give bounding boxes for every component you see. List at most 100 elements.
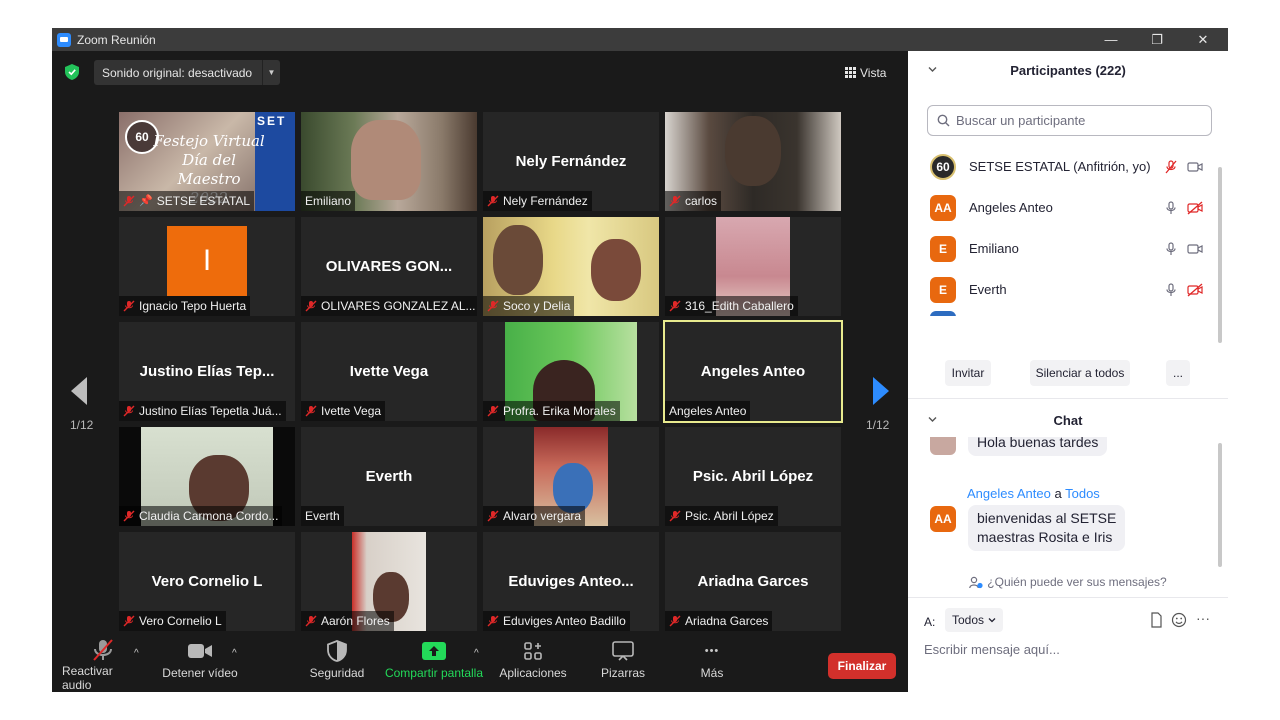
- tile-name-label: Ariadna Garces: [665, 611, 773, 631]
- chat-message-input[interactable]: Escribir mensaje aquí...: [924, 642, 1060, 657]
- video-options-caret[interactable]: ^: [232, 648, 237, 659]
- video-tile[interactable]: Psic. Abril López Psic. Abril López: [665, 427, 841, 526]
- chat-more-icon[interactable]: ···: [1196, 610, 1212, 626]
- video-tile[interactable]: Profra. Erika Morales: [483, 322, 659, 421]
- banner-line-1: Festejo Virtual: [153, 132, 265, 150]
- audio-options-caret[interactable]: ^: [134, 648, 139, 659]
- participant-row[interactable]: AA Angeles Anteo: [908, 187, 1218, 228]
- video-tile[interactable]: Aarón Flores: [301, 532, 477, 631]
- participants-more-button[interactable]: ...: [1166, 360, 1190, 386]
- video-on-icon[interactable]: [1187, 242, 1203, 256]
- video-tile[interactable]: Claudia Carmona Cordo...: [119, 427, 295, 526]
- video-tile[interactable]: Vero Cornelio L Vero Cornelio L: [119, 532, 295, 631]
- chat-header: Chat: [908, 401, 1228, 439]
- participant-figure-2: [591, 239, 641, 301]
- who-can-see-link[interactable]: ¿Quién puede ver sus mensajes?: [908, 575, 1228, 589]
- chat-recipient: Todos: [1065, 486, 1100, 501]
- video-tile[interactable]: OLIVARES GON... OLIVARES GONZALEZ AL...: [301, 217, 477, 316]
- view-button[interactable]: Vista: [845, 60, 901, 85]
- participant-row[interactable]: E Everth: [908, 269, 1218, 310]
- chat-scrollbar[interactable]: [1218, 443, 1222, 567]
- video-on-icon[interactable]: [1187, 160, 1203, 174]
- participant-row[interactable]: E Emiliano: [908, 228, 1218, 269]
- apps-button[interactable]: Aplicaciones: [495, 636, 571, 692]
- muted-mic-icon: [669, 195, 681, 207]
- tile-name: Nely Fernández: [503, 194, 588, 208]
- whiteboard-button[interactable]: Pizarras: [588, 636, 658, 692]
- chat-to-label: A:: [924, 615, 936, 629]
- participant-row[interactable]: 60 SETSE ESTATAL (Anfitrión, yo): [908, 146, 1218, 187]
- participant-search-input[interactable]: Buscar un participante: [927, 105, 1212, 136]
- video-tile[interactable]: I Ignacio Tepo Huerta: [119, 217, 295, 316]
- video-tile[interactable]: 60 SET Festejo Virtual Día del Maestro 2…: [119, 112, 295, 211]
- collapse-chevron-icon[interactable]: [928, 415, 937, 424]
- video-off-icon[interactable]: [1187, 283, 1203, 297]
- end-meeting-button[interactable]: Finalizar: [828, 653, 896, 679]
- chat-message-line: bienvenidas al SETSE: [977, 510, 1117, 526]
- tile-name-label: Ignacio Tepo Huerta: [119, 296, 251, 316]
- tile-name-label: 📌 SETSE ESTATAL: [119, 191, 255, 211]
- more-button[interactable]: ••• Más: [677, 636, 747, 692]
- collapse-chevron-icon[interactable]: [928, 65, 937, 74]
- video-tile[interactable]: 316_Edith Caballero: [665, 217, 841, 316]
- mic-on-icon[interactable]: [1163, 200, 1179, 215]
- emoji-icon[interactable]: [1171, 612, 1187, 628]
- share-screen-button[interactable]: Compartir pantalla: [382, 636, 486, 692]
- tile-name: carlos: [685, 194, 718, 208]
- video-tile[interactable]: Ivette Vega Ivette Vega: [301, 322, 477, 421]
- video-tile[interactable]: Nely Fernández Nely Fernández: [483, 112, 659, 211]
- meeting-toolbar: Reactivar audio ^ Detener vídeo ^ Seguri…: [52, 636, 908, 692]
- grid-view-icon: [845, 67, 856, 78]
- chat-recipient-select[interactable]: Todos: [945, 608, 1003, 632]
- video-tile[interactable]: Eduviges Anteo... Eduviges Anteo Badillo: [483, 532, 659, 631]
- muted-mic-icon[interactable]: [1163, 159, 1179, 174]
- video-tile[interactable]: Justino Elías Tep... Justino Elías Tepet…: [119, 322, 295, 421]
- video-tile[interactable]: carlos: [665, 112, 841, 211]
- minimize-button[interactable]: —: [1088, 28, 1134, 51]
- unmute-audio-button[interactable]: Reactivar audio: [62, 636, 144, 692]
- video-tile[interactable]: Soco y Delia: [483, 217, 659, 316]
- share-options-caret[interactable]: ^: [474, 648, 479, 659]
- video-tile[interactable]: Alvaro vergara: [483, 427, 659, 526]
- security-shield-icon[interactable]: [65, 64, 79, 80]
- chat-message-bubble: bienvenidas al SETSE maestras Rosita e I…: [968, 505, 1126, 551]
- maximize-button[interactable]: ❐: [1134, 28, 1180, 51]
- security-label: Seguridad: [309, 666, 365, 680]
- mic-on-icon[interactable]: [1163, 282, 1179, 297]
- security-button[interactable]: Seguridad: [302, 636, 372, 692]
- video-tile[interactable]: Everth Everth: [301, 427, 477, 526]
- participant-name: Emiliano: [969, 241, 1019, 256]
- video-off-icon[interactable]: [1187, 201, 1203, 215]
- muted-mic-icon: [123, 510, 135, 522]
- chat-sender-name[interactable]: Angeles Anteo: [967, 486, 1051, 501]
- next-page-arrow-icon[interactable]: [872, 376, 890, 406]
- participant-list-scrollbar[interactable]: [1218, 167, 1222, 343]
- muted-mic-icon: [487, 405, 499, 417]
- tile-name: Ivette Vega: [321, 404, 382, 418]
- video-tile-active-speaker[interactable]: Angeles Anteo Angeles Anteo: [663, 320, 843, 423]
- mic-on-icon[interactable]: [1163, 241, 1179, 256]
- window-title: Zoom Reunión: [77, 32, 156, 47]
- share-screen-icon: [422, 642, 446, 660]
- sender-avatar: AA: [930, 506, 956, 532]
- tile-name: Ignacio Tepo Huerta: [139, 299, 247, 313]
- close-window-button[interactable]: ✕: [1180, 28, 1226, 51]
- sound-options-caret-icon[interactable]: ▼: [262, 60, 280, 85]
- file-icon[interactable]: [1148, 612, 1164, 628]
- participant-avatar: E: [930, 235, 956, 262]
- stop-video-button[interactable]: Detener vídeo: [160, 636, 240, 692]
- previous-page-arrow-icon[interactable]: [70, 376, 88, 406]
- video-tile[interactable]: Emiliano: [301, 112, 477, 211]
- video-tile[interactable]: Ariadna Garces Ariadna Garces: [665, 532, 841, 631]
- invite-button[interactable]: Invitar: [945, 360, 991, 386]
- participant-avatar: [930, 311, 956, 316]
- muted-mic-icon: [669, 615, 681, 627]
- original-sound-button[interactable]: Sonido original: desactivado ▼: [94, 60, 280, 85]
- participant-row-partial[interactable]: [908, 310, 1218, 316]
- chat-messages: Hola buenas tardes Angeles Anteo a Todos…: [908, 437, 1228, 567]
- view-label: Vista: [860, 65, 887, 80]
- more-label: Más: [700, 666, 724, 680]
- mute-all-button[interactable]: Silenciar a todos: [1030, 360, 1130, 386]
- title-bar: Zoom Reunión — ❐ ✕: [52, 28, 1228, 51]
- muted-mic-icon: [305, 405, 317, 417]
